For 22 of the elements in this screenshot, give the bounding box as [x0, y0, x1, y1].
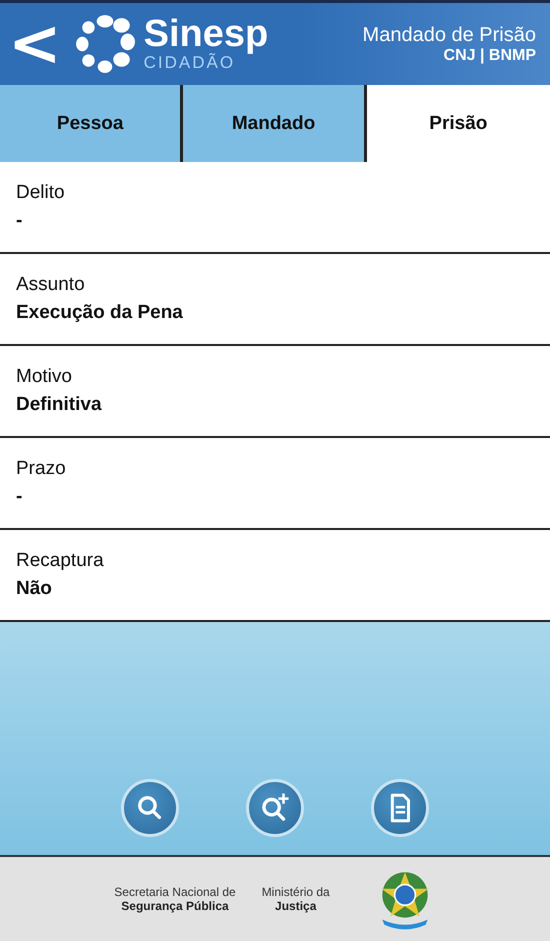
field-label: Prazo	[16, 458, 67, 480]
logo-icon	[74, 13, 136, 75]
field-value: Definitiva	[16, 394, 103, 416]
field-label: Assunto	[16, 274, 86, 296]
back-button[interactable]: <	[0, 12, 70, 76]
field-label: Motivo	[16, 366, 73, 388]
org-name: Ministério da	[262, 885, 330, 899]
org-name: Secretaria Nacional de	[114, 885, 236, 899]
field-label: Recaptura	[16, 550, 105, 572]
org-name: Segurança Pública	[121, 899, 229, 913]
org-name: Justiça	[275, 899, 316, 913]
field-value: -	[16, 486, 24, 508]
field-label: Delito	[16, 182, 66, 204]
field-value: Execução da Pena	[16, 302, 184, 324]
field-value: -	[16, 210, 24, 232]
screen-title: Mandado de Prisão	[362, 24, 536, 46]
field-value: Não	[16, 578, 53, 600]
tab[interactable]: Mandado	[183, 85, 367, 162]
logo-subtitle: CIDADÃO	[144, 53, 236, 73]
tab[interactable]: Pessoa	[0, 85, 184, 162]
screen-subtitle: CNJ | BNMP	[444, 46, 536, 64]
logo-title: Sinesp	[144, 15, 268, 53]
